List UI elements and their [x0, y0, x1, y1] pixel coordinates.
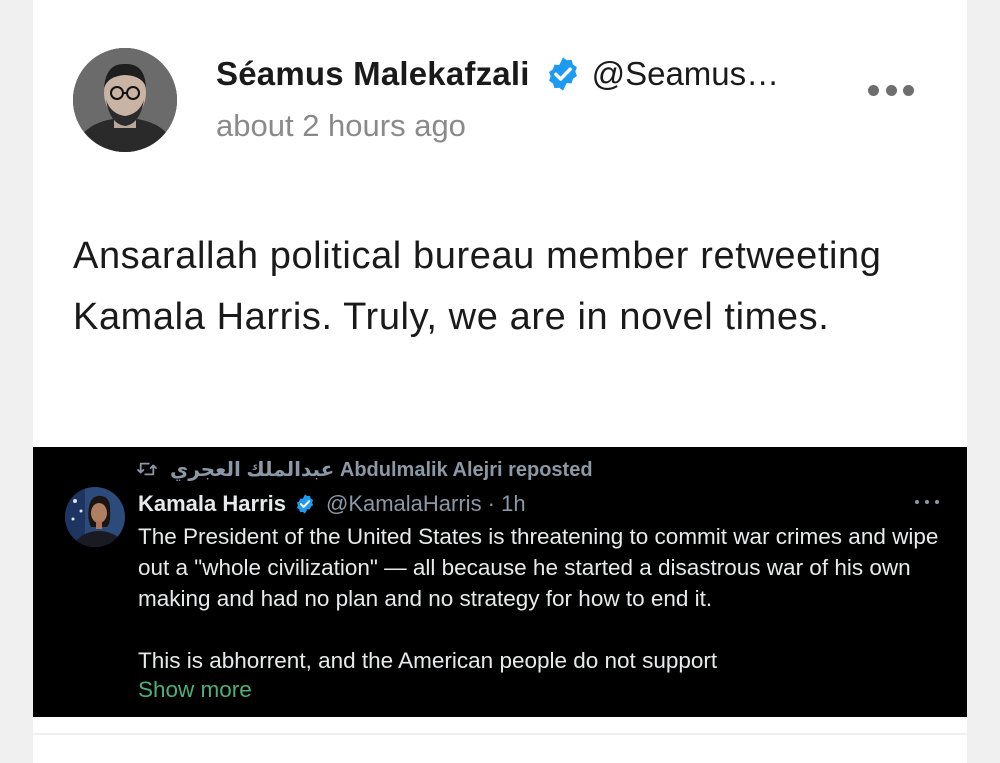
avatar[interactable] [73, 48, 177, 152]
embed-paragraph: This is abhorrent, and the American peop… [138, 648, 718, 673]
more-dot-icon [903, 84, 914, 96]
next-post-card [33, 735, 967, 763]
author-handle[interactable]: @Seamus… [592, 55, 780, 93]
embed-avatar [65, 487, 125, 547]
more-dot-icon [885, 84, 897, 96]
show-more-link: Show more [138, 677, 252, 702]
verified-badge-icon [548, 57, 577, 91]
repost-text: عبدالملك العجري Abdulmalik Alejri repost… [170, 458, 593, 481]
embedded-screenshot[interactable]: عبدالملك العجري Abdulmalik Alejri repost… [33, 447, 967, 717]
more-dot-icon [915, 500, 919, 504]
embed-author-name: Kamala Harris [138, 491, 286, 516]
embed-body: The President of the United States is th… [138, 521, 958, 676]
more-dot-icon [935, 500, 939, 504]
more-options-button[interactable] [868, 72, 914, 108]
embed-author-handle: @KamalaHarris · 1h [325, 491, 526, 516]
embed-author-line: Kamala Harris @KamalaHarris · 1h [138, 489, 526, 519]
repost-line: عبدالملك العجري Abdulmalik Alejri repost… [136, 455, 593, 483]
embed-more-icon [915, 497, 939, 507]
more-dot-icon [925, 500, 929, 504]
repost-icon [137, 462, 157, 476]
embed-paragraph: The President of the United States is th… [138, 524, 939, 611]
post-text: Ansarallah political bureau member retwe… [73, 235, 882, 338]
more-dot-icon [868, 84, 879, 96]
author-line: Séamus Malekafzali @Seamus… [216, 52, 779, 96]
verified-badge-icon [296, 494, 314, 514]
author-name[interactable]: Séamus Malekafzali [216, 55, 530, 93]
post-timestamp[interactable]: about 2 hours ago [216, 108, 466, 144]
avatar-image [73, 48, 177, 152]
embed-avatar-image [65, 487, 125, 547]
